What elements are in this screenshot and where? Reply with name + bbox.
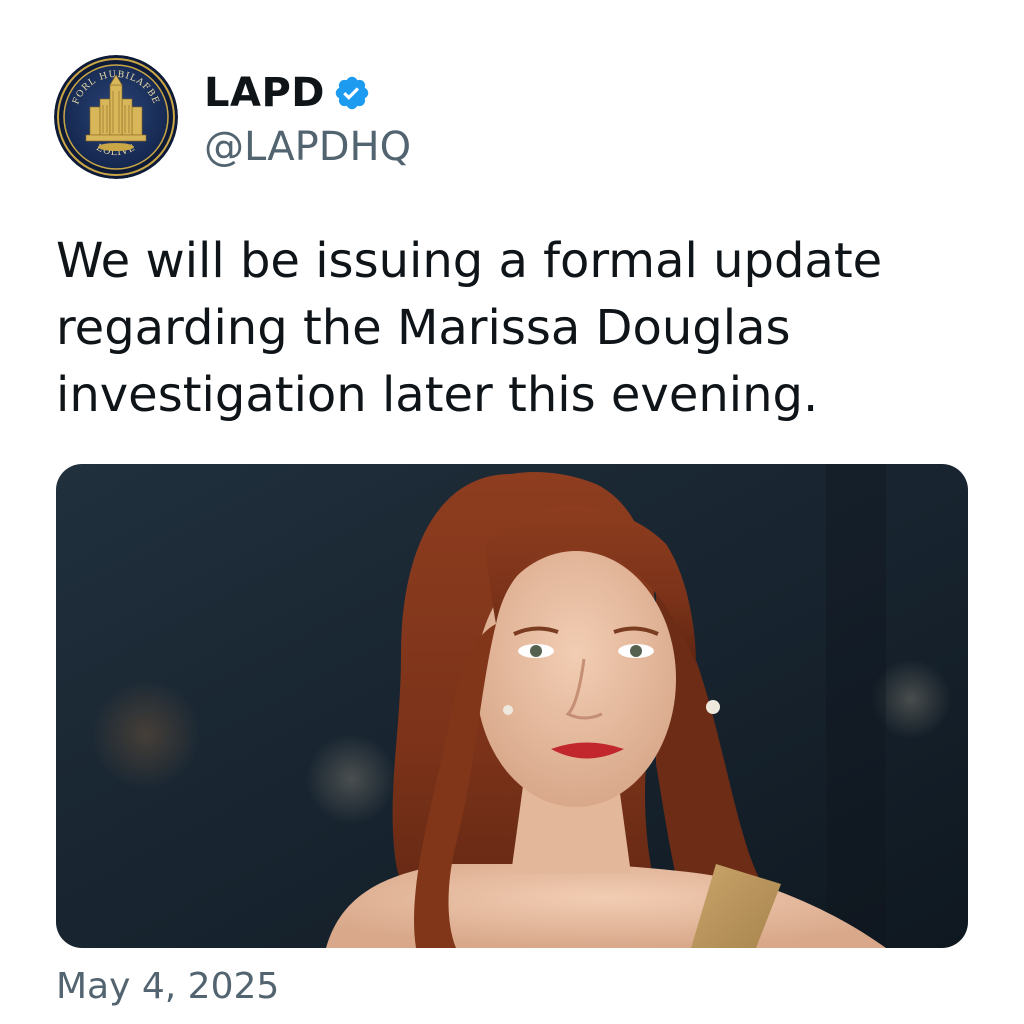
portrait-photo: [56, 464, 968, 948]
verified-badge-icon: [333, 74, 371, 112]
name-row: LAPD: [204, 68, 371, 118]
tweet-media-photo[interactable]: [56, 464, 968, 948]
display-name[interactable]: LAPD: [204, 70, 325, 116]
account-handle[interactable]: @LAPDHQ: [204, 124, 411, 170]
tweet-text: We will be issuing a formal update regar…: [56, 233, 883, 423]
tweet-card[interactable]: FORL HUBILAFBE EOLIVE LAPD @LAPDHQ We wi…: [0, 0, 1024, 1024]
police-seal-logo: FORL HUBILAFBE EOLIVE: [54, 55, 178, 179]
tweet-timestamp[interactable]: May 4, 2025: [56, 966, 279, 1007]
profile-avatar[interactable]: FORL HUBILAFBE EOLIVE: [54, 55, 178, 179]
